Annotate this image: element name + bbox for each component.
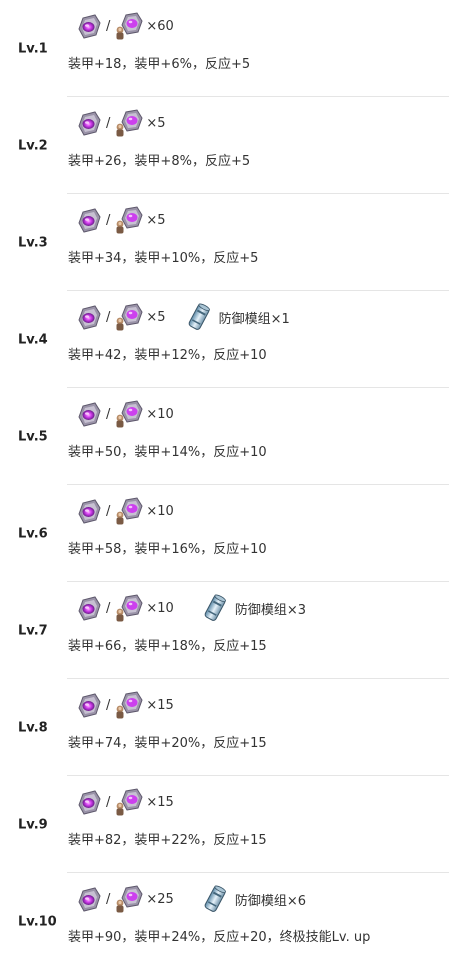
purple-core-with-figure-icon — [113, 690, 143, 720]
material-cost: / ×15 — [73, 691, 174, 719]
purple-core-with-figure-icon — [113, 399, 143, 429]
material-quantity: ×10 — [146, 600, 174, 616]
level-row: Lv.1 / ×60 装甲+18，装甲+6%，反应+5 — [0, 0, 449, 97]
separator: / — [106, 212, 111, 228]
stat-bonus-text: 装甲+50，装甲+14%，反应+10 — [68, 445, 267, 460]
material-quantity: ×60 — [146, 18, 174, 34]
defense-module-icon — [200, 884, 230, 914]
purple-core-icon — [73, 593, 103, 623]
purple-core-with-figure-icon — [113, 205, 143, 235]
separator: / — [106, 600, 111, 616]
purple-core-with-figure-icon — [113, 787, 143, 817]
purple-core-with-figure-icon — [113, 302, 143, 332]
material-cost: / ×5 防御模组×1 — [73, 303, 290, 331]
level-label: Lv.4 — [18, 332, 48, 347]
stat-bonus-text: 装甲+58，装甲+16%，反应+10 — [68, 542, 267, 557]
purple-core-icon — [73, 302, 103, 332]
material-cost: / ×25 防御模组×6 — [73, 885, 306, 913]
level-label: Lv.9 — [18, 817, 48, 832]
material-cost: / ×10 — [73, 400, 174, 428]
purple-core-icon — [73, 787, 103, 817]
material-quantity: ×5 — [146, 309, 166, 325]
material-quantity: ×5 — [146, 115, 166, 131]
material-cost: / ×5 — [73, 109, 166, 137]
level-label: Lv.7 — [18, 623, 48, 638]
purple-core-with-figure-icon — [113, 11, 143, 41]
stat-bonus-text: 装甲+18，装甲+6%，反应+5 — [68, 57, 251, 72]
purple-core-icon — [73, 205, 103, 235]
material-quantity: ×10 — [146, 503, 174, 519]
purple-core-with-figure-icon — [113, 884, 143, 914]
separator: / — [106, 18, 111, 34]
defense-module-icon — [184, 302, 214, 332]
material-cost: / ×10 — [73, 497, 174, 525]
extra-material-label: 防御模组×3 — [234, 602, 306, 618]
material-quantity: ×15 — [146, 697, 174, 713]
level-label: Lv.5 — [18, 429, 48, 444]
separator: / — [106, 406, 111, 422]
purple-core-icon — [73, 690, 103, 720]
material-quantity: ×25 — [146, 891, 174, 907]
separator: / — [106, 115, 111, 131]
level-row: Lv.3 / ×5 装甲+34，装甲+10%，反应+5 — [0, 194, 449, 291]
extra-material: 防御模组×1 — [184, 302, 290, 332]
level-row: Lv.4 / ×5 防御模组×1 装甲+42，装甲+12%，反应+10 — [0, 291, 449, 388]
level-label: Lv.3 — [18, 235, 48, 250]
stat-bonus-text: 装甲+82，装甲+22%，反应+15 — [68, 833, 267, 848]
material-quantity: ×15 — [146, 794, 174, 810]
extra-material-label: 防御模组×1 — [218, 311, 290, 327]
extra-material: 防御模组×6 — [200, 884, 306, 914]
level-label: Lv.1 — [18, 41, 48, 56]
purple-core-with-figure-icon — [113, 496, 143, 526]
purple-core-with-figure-icon — [113, 593, 143, 623]
level-label: Lv.10 — [18, 914, 57, 929]
separator: / — [106, 697, 111, 713]
stat-bonus-text: 装甲+90，装甲+24%，反应+20，终极技能Lv. up — [68, 930, 371, 945]
stat-bonus-text: 装甲+66，装甲+18%，反应+15 — [68, 639, 267, 654]
purple-core-icon — [73, 884, 103, 914]
extra-material-label: 防御模组×6 — [234, 893, 306, 909]
level-label: Lv.6 — [18, 526, 48, 541]
defense-module-icon — [200, 593, 230, 623]
extra-material: 防御模组×3 — [200, 593, 306, 623]
material-quantity: ×10 — [146, 406, 174, 422]
material-cost: / ×60 — [73, 12, 174, 40]
stat-bonus-text: 装甲+74，装甲+20%，反应+15 — [68, 736, 267, 751]
material-cost: / ×10 防御模组×3 — [73, 594, 306, 622]
purple-core-with-figure-icon — [113, 108, 143, 138]
level-row: Lv.8 / ×15 装甲+74，装甲+20%，反应+15 — [0, 679, 449, 776]
level-row: Lv.5 / ×10 装甲+50，装甲+14%，反应+10 — [0, 388, 449, 485]
separator: / — [106, 309, 111, 325]
separator: / — [106, 503, 111, 519]
level-row: Lv.7 / ×10 防御模组×3 装甲+66，装甲+18%，反应+15 — [0, 582, 449, 679]
stat-bonus-text: 装甲+26，装甲+8%，反应+5 — [68, 154, 251, 169]
level-label: Lv.8 — [18, 720, 48, 735]
purple-core-icon — [73, 108, 103, 138]
purple-core-icon — [73, 399, 103, 429]
material-cost: / ×5 — [73, 206, 166, 234]
separator: / — [106, 794, 111, 810]
level-label: Lv.2 — [18, 138, 48, 153]
level-row: Lv.9 / ×15 装甲+82，装甲+22%，反应+15 — [0, 776, 449, 873]
level-row: Lv.2 / ×5 装甲+26，装甲+8%，反应+5 — [0, 97, 449, 194]
material-cost: / ×15 — [73, 788, 174, 816]
stat-bonus-text: 装甲+42，装甲+12%，反应+10 — [68, 348, 267, 363]
level-row: Lv.6 / ×10 装甲+58，装甲+16%，反应+10 — [0, 485, 449, 582]
separator: / — [106, 891, 111, 907]
purple-core-icon — [73, 11, 103, 41]
level-row: Lv.10 / ×25 防御模组×6 装甲+90，装甲+24%，反应+20，终极… — [0, 873, 449, 970]
material-quantity: ×5 — [146, 212, 166, 228]
purple-core-icon — [73, 496, 103, 526]
stat-bonus-text: 装甲+34，装甲+10%，反应+5 — [68, 251, 259, 266]
